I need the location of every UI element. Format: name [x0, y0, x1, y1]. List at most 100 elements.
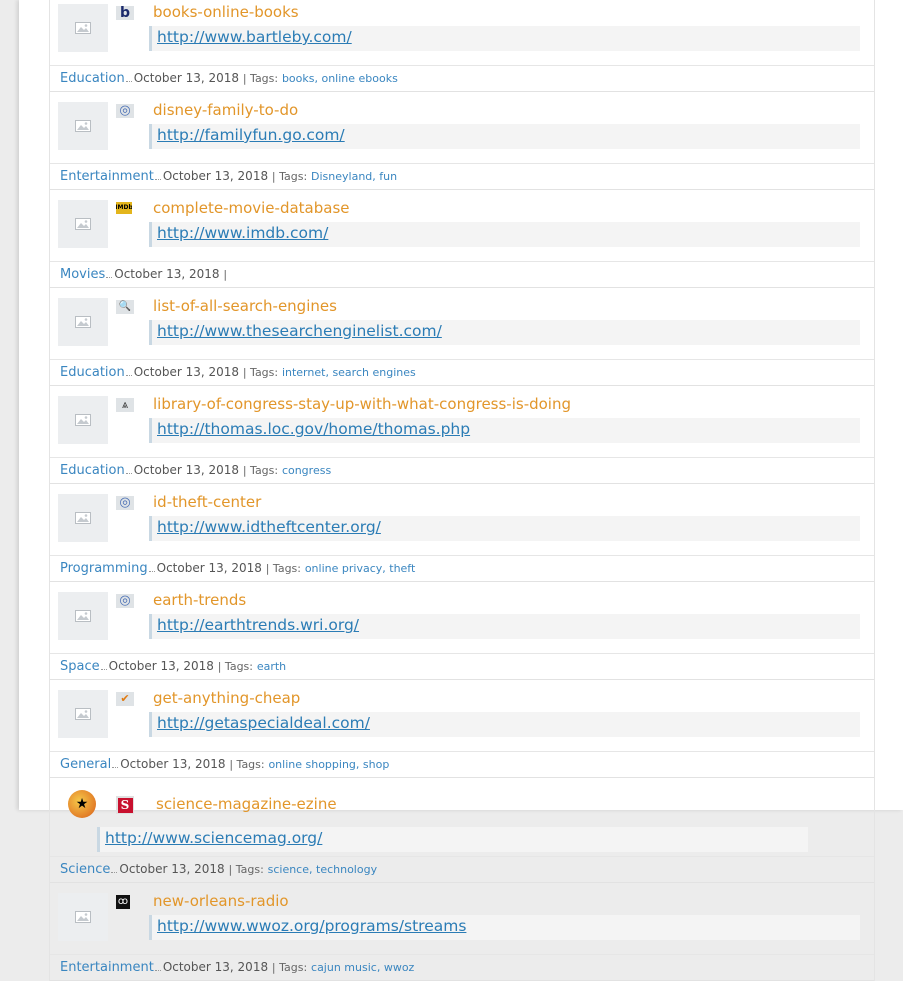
entry-date: October 13, 2018 [162, 169, 269, 183]
imdb-icon: IMDb [116, 202, 132, 214]
meta-separator [125, 367, 132, 376]
url-box: http://www.sciencemag.org/ [97, 827, 808, 852]
entry-url-link[interactable]: http://thomas.loc.gov/home/thomas.php [157, 420, 470, 438]
entry-title[interactable]: get-anything-cheap [153, 689, 300, 707]
wwoz-icon: ꝏ [116, 895, 130, 909]
entry-url-link[interactable]: http://getaspecialdeal.com/ [157, 714, 370, 732]
bartleby-b-icon: b [116, 6, 134, 20]
entry-title[interactable]: complete-movie-database [153, 199, 350, 217]
tag-link[interactable]: Disneyland [311, 170, 372, 183]
category-link[interactable]: Movies [60, 267, 105, 282]
thumbnail-placeholder-icon[interactable] [58, 893, 108, 941]
url-box: http://familyfun.go.com/ [149, 124, 860, 149]
thumbnail-placeholder-icon[interactable] [58, 4, 108, 52]
tag-link[interactable]: wwoz [384, 961, 415, 974]
category-link[interactable]: Education [60, 463, 125, 478]
tag-link[interactable]: shop [363, 758, 389, 771]
entry-url-link[interactable]: http://www.thesearchenginelist.com/ [157, 322, 442, 340]
tags-label: | Tags: [217, 660, 253, 673]
thumbnail-placeholder-icon[interactable] [58, 102, 108, 150]
thumbnail-placeholder-icon[interactable] [58, 200, 108, 248]
meta-separator [106, 269, 113, 278]
entry-meta: Science October 13, 2018 | Tags: science,… [50, 857, 874, 882]
science-s-icon: S [116, 796, 134, 814]
tag-link[interactable]: cajun music [311, 961, 377, 974]
thumbnail-placeholder-icon[interactable] [58, 494, 108, 542]
entry-url-link[interactable]: http://www.bartleby.com/ [157, 28, 352, 46]
category-link[interactable]: Space [60, 659, 100, 674]
category-link[interactable]: Science [60, 862, 110, 877]
tag-link[interactable]: congress [282, 464, 331, 477]
entry-main: ★ Sscience-magazine-ezine http://www.scien… [50, 778, 874, 857]
tag-link[interactable]: theft [389, 562, 415, 575]
entry-title[interactable]: science-magazine-ezine [156, 795, 337, 813]
tag-link[interactable]: earth [257, 660, 286, 673]
entry-title[interactable]: library-of-congress-stay-up-with-what-co… [153, 395, 571, 413]
category-link[interactable]: General [60, 757, 111, 772]
meta-separator [154, 962, 161, 971]
tag-comma: , [355, 758, 363, 771]
tag-comma: , [376, 961, 384, 974]
entry-title[interactable]: books-online-books [153, 3, 299, 21]
tag-link[interactable]: online shopping [268, 758, 355, 771]
entry-meta: Entertainment October 13, 2018 | Tags: Di… [50, 164, 874, 189]
thumbnail-placeholder-icon[interactable] [58, 298, 108, 346]
tag-link[interactable]: fun [379, 170, 397, 183]
entry-title[interactable]: new-orleans-radio [153, 892, 289, 910]
entry-url-link[interactable]: http://www.idtheftcenter.org/ [157, 518, 381, 536]
capitol-icon: ⩓ [116, 398, 134, 412]
url-box: http://www.thesearchenginelist.com/ [149, 320, 860, 345]
tag-link[interactable]: books [282, 72, 315, 85]
tag-link[interactable]: science [268, 863, 309, 876]
tags-label: | Tags: [271, 961, 308, 974]
entry-meta: Education October 13, 2018 | Tags: intern… [50, 360, 874, 385]
science-s-glyph: S [117, 797, 133, 813]
entry-meta: Entertainment October 13, 2018 | Tags: ca… [50, 955, 874, 980]
tag-link[interactable]: internet [282, 366, 326, 379]
entry-url-link[interactable]: http://familyfun.go.com/ [157, 126, 345, 144]
tags-label: | Tags: [242, 366, 279, 379]
tag-link[interactable]: technology [316, 863, 377, 876]
category-link[interactable]: Education [60, 365, 125, 380]
thumbnail-placeholder-icon[interactable] [58, 592, 108, 640]
meta-separator [125, 73, 132, 82]
tag-link[interactable]: search engines [332, 366, 415, 379]
entry-url-link[interactable]: http://www.imdb.com/ [157, 224, 328, 242]
tag-link[interactable]: online ebooks [321, 72, 397, 85]
category-link[interactable]: Entertainment [60, 169, 154, 184]
thumbnail-placeholder-icon[interactable] [58, 396, 108, 444]
entry-date: October 13, 2018 [156, 561, 262, 575]
entry-title[interactable]: earth-trends [153, 591, 246, 609]
category-link[interactable]: Programming [60, 561, 148, 576]
entry-url-link[interactable]: http://www.sciencemag.org/ [105, 829, 322, 847]
entry-date: October 13, 2018 [120, 757, 226, 771]
globe-icon: ◎ [116, 104, 134, 118]
entry-title[interactable]: list-of-all-search-engines [153, 297, 337, 315]
entry-main: ꝏ new-orleans-radio http://www.wwoz.org/pr… [50, 883, 874, 955]
entry-meta: Space October 13, 2018 | Tags: earth [50, 654, 874, 679]
tags-label: | Tags: [228, 863, 264, 876]
entry-main: ⩓ library-of-congress-stay-up-with-what-c… [50, 386, 874, 458]
entry-main: ✔ get-anything-cheap http://getaspecialdea… [50, 680, 874, 752]
category-link[interactable]: Entertainment [60, 960, 154, 975]
globe-icon: ◎ [116, 594, 134, 608]
thumbnail-placeholder-icon[interactable] [58, 690, 108, 738]
url-box: http://earthtrends.wri.org/ [149, 614, 860, 639]
meta-separator [112, 759, 119, 768]
entry-title[interactable]: disney-family-to-do [153, 101, 298, 119]
entry-main: ◎ disney-family-to-do http://familyfun.go.… [50, 92, 874, 164]
tag-link[interactable]: online privacy [305, 562, 382, 575]
entry-date: October 13, 2018 [133, 365, 240, 379]
entry-url-link[interactable]: http://www.wwoz.org/programs/streams [157, 917, 466, 935]
meta-separator [100, 661, 107, 670]
entry-meta: Programming October 13, 2018 | Tags: onli… [50, 556, 874, 581]
entry-url-link[interactable]: http://earthtrends.wri.org/ [157, 616, 359, 634]
entry-title[interactable]: id-theft-center [153, 493, 261, 511]
avatar: ★ [68, 790, 96, 818]
entry-date: October 13, 2018 [108, 659, 214, 673]
entry-meta: Education October 13, 2018 | Tags: books,… [50, 66, 874, 91]
category-link[interactable]: Education [60, 71, 125, 86]
entry-date: October 13, 2018 [133, 463, 240, 477]
meta-separator [125, 465, 132, 474]
url-box: http://www.bartleby.com/ [149, 26, 860, 51]
